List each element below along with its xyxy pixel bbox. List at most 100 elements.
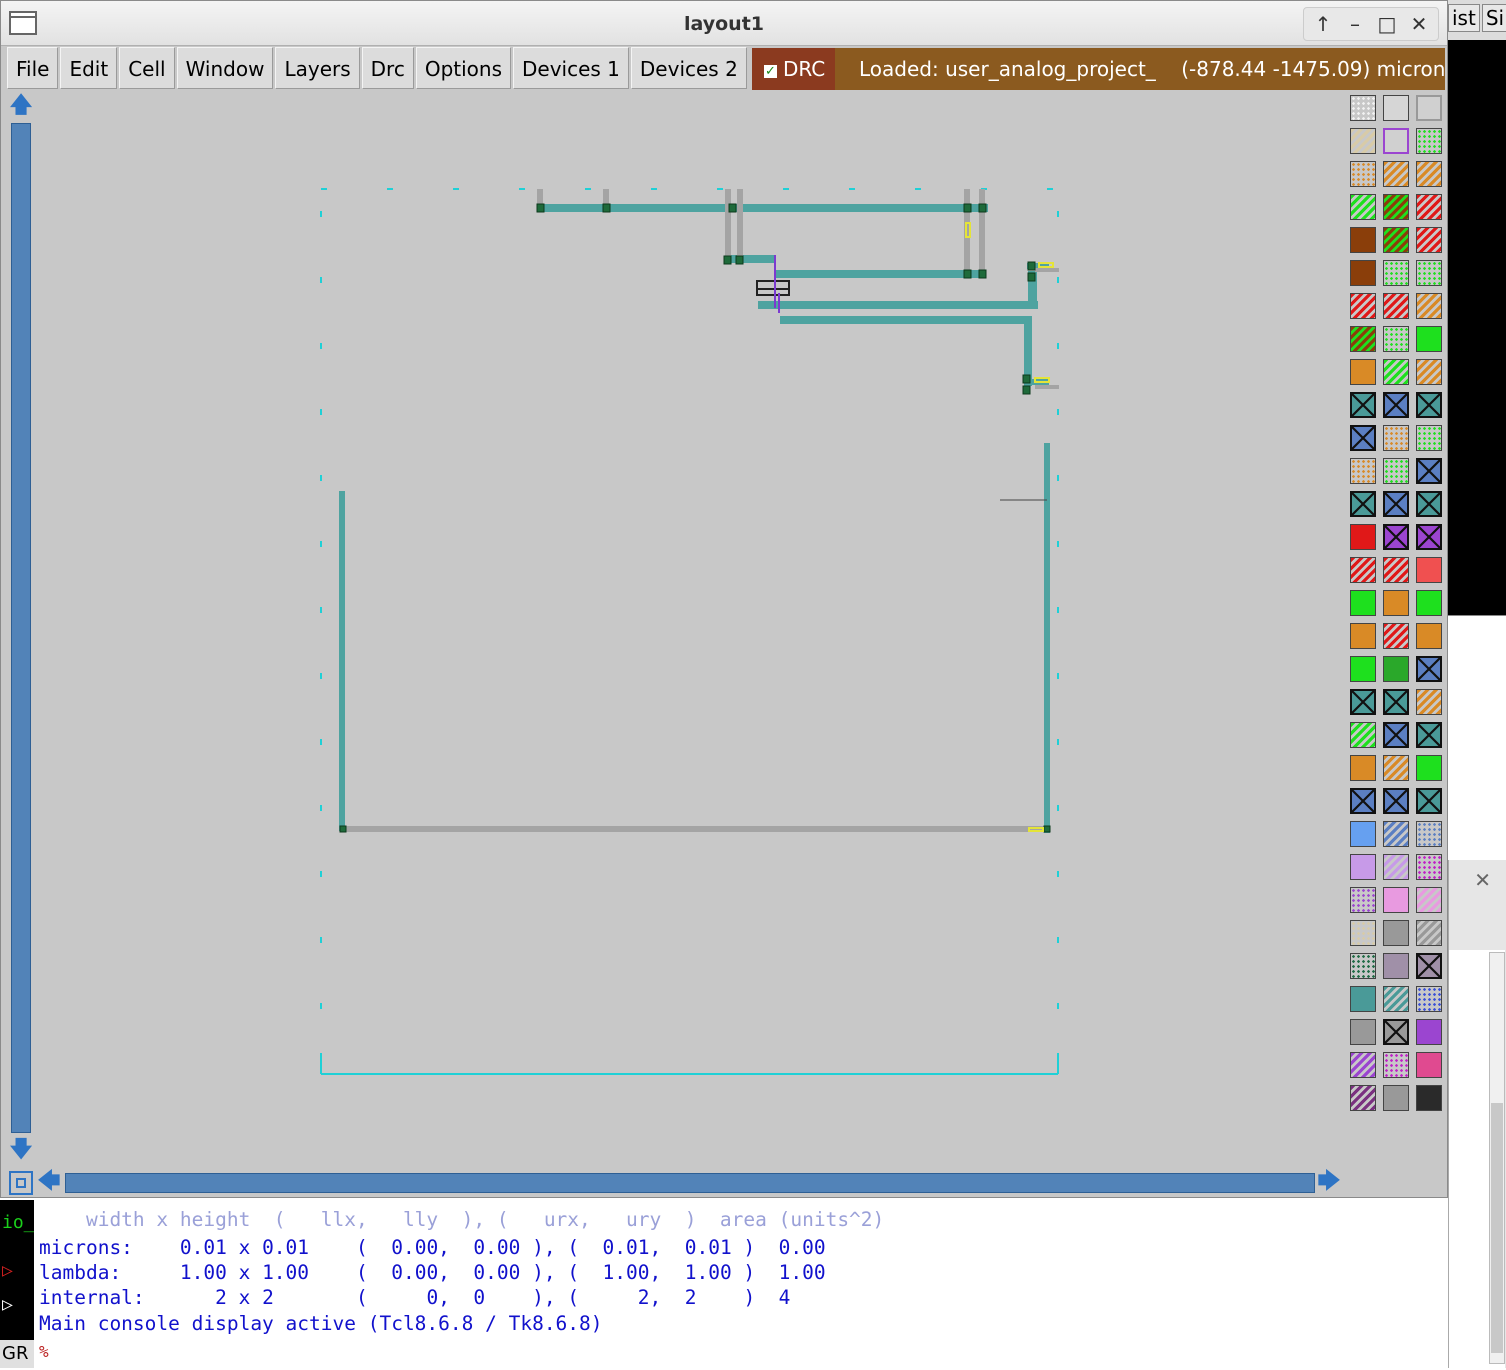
layer-swatch-orange[interactable]	[1350, 623, 1376, 649]
layer-swatch-outline-purple[interactable]	[1383, 128, 1409, 154]
arrow-right-icon[interactable]: 🡆	[1317, 1171, 1341, 1195]
layer-swatch-orange[interactable]	[1350, 755, 1376, 781]
layer-swatch-teal[interactable]	[1350, 986, 1376, 1012]
layer-swatch-dots-green[interactable]	[1416, 128, 1442, 154]
layer-swatch-blue-light[interactable]	[1350, 821, 1376, 847]
menu-drc[interactable]: Drc	[361, 47, 414, 89]
layer-swatch-hatch-green-brown[interactable]	[1383, 227, 1409, 253]
arrow-up-icon[interactable]: 🡅	[9, 95, 33, 119]
layer-swatch-dots-green[interactable]	[1383, 326, 1409, 352]
layer-swatch-hatch-red[interactable]	[1350, 557, 1376, 583]
layer-swatch-rose[interactable]	[1416, 1052, 1442, 1078]
scrollbar-thumb[interactable]	[1491, 1103, 1503, 1353]
layer-swatch-green[interactable]	[1350, 656, 1376, 682]
layer-swatch-x-blue[interactable]	[1383, 722, 1409, 748]
menu-cell[interactable]: Cell	[119, 47, 175, 89]
layer-swatch-green-dark[interactable]	[1383, 656, 1409, 682]
layer-swatch-dots-green[interactable]	[1383, 458, 1409, 484]
layer-swatch-x-blue[interactable]	[1383, 788, 1409, 814]
layer-swatch-dots-blue[interactable]	[1416, 821, 1442, 847]
layer-swatch-light-gray[interactable]	[1383, 95, 1409, 121]
layer-swatch-purple[interactable]	[1416, 1019, 1442, 1045]
layer-swatch-green[interactable]	[1416, 326, 1442, 352]
menu-layers[interactable]: Layers	[275, 47, 360, 89]
layer-swatch-dots-magenta[interactable]	[1383, 1052, 1409, 1078]
layer-swatch-hatch-red[interactable]	[1383, 293, 1409, 319]
layer-swatch-outline-gray[interactable]	[1416, 95, 1442, 121]
background-tab[interactable]: Si	[1481, 4, 1506, 32]
horizontal-scrollbar[interactable]: 🡄 🡆	[35, 1169, 1347, 1197]
layer-swatch-x-gray[interactable]	[1383, 1019, 1409, 1045]
layer-swatch-x-purple[interactable]	[1383, 524, 1409, 550]
layer-swatch-charcoal[interactable]	[1416, 1085, 1442, 1111]
layer-swatch-orange[interactable]	[1383, 590, 1409, 616]
layer-swatch-hatch-plum[interactable]	[1350, 1085, 1376, 1111]
layer-swatch-dots-orange[interactable]	[1383, 425, 1409, 451]
layer-swatch-hatch-orange[interactable]	[1416, 293, 1442, 319]
layer-swatch-x-blue[interactable]	[1383, 392, 1409, 418]
layer-swatch-x-teal[interactable]	[1416, 722, 1442, 748]
layer-swatch-x-blue[interactable]	[1383, 491, 1409, 517]
menu-edit[interactable]: Edit	[60, 47, 118, 89]
tcl-console[interactable]: width x height ( llx, lly ), ( urx, ury …	[34, 1200, 1448, 1368]
layer-swatch-gray[interactable]	[1383, 1085, 1409, 1111]
layer-swatch-hatch-purple[interactable]	[1350, 1052, 1376, 1078]
layout-canvas[interactable]	[35, 93, 1345, 1167]
layer-swatch-green[interactable]	[1416, 590, 1442, 616]
layer-swatch-x-teal[interactable]	[1416, 392, 1442, 418]
layer-swatch-dots-green[interactable]	[1383, 260, 1409, 286]
vertical-scroll-thumb[interactable]	[11, 123, 31, 1133]
layer-swatch-x-mauve[interactable]	[1416, 953, 1442, 979]
layer-swatch-orange[interactable]	[1350, 359, 1376, 385]
layer-swatch-dots-orange[interactable]	[1350, 458, 1376, 484]
layer-swatch-pink[interactable]	[1383, 887, 1409, 913]
layer-swatch-hatch-teal[interactable]	[1383, 986, 1409, 1012]
layer-swatch-hatch-red[interactable]	[1383, 623, 1409, 649]
minimize-icon[interactable]: –	[1342, 12, 1368, 36]
layer-swatch-gray[interactable]	[1350, 1019, 1376, 1045]
layer-swatch-dots-magenta[interactable]	[1416, 854, 1442, 880]
layer-swatch-red[interactable]	[1350, 524, 1376, 550]
console-prompt[interactable]: %	[39, 1342, 49, 1361]
menu-window[interactable]: Window	[176, 47, 274, 89]
layer-swatch-x-purple[interactable]	[1416, 524, 1442, 550]
layer-swatch-green[interactable]	[1416, 755, 1442, 781]
layer-swatch-hatch-orange[interactable]	[1383, 755, 1409, 781]
layer-swatch-hatch-pink[interactable]	[1416, 887, 1442, 913]
keep-above-icon[interactable]: ↑	[1310, 12, 1336, 36]
layer-swatch-x-teal[interactable]	[1416, 788, 1442, 814]
layer-swatch-x-blue[interactable]	[1416, 458, 1442, 484]
layer-swatch-red-light[interactable]	[1416, 557, 1442, 583]
layer-swatch-hatch-orange[interactable]	[1416, 359, 1442, 385]
layer-swatch-hatch-orange[interactable]	[1383, 161, 1409, 187]
layer-swatch-dots-indigo[interactable]	[1416, 986, 1442, 1012]
layer-swatch-x-teal[interactable]	[1350, 491, 1376, 517]
horizontal-scroll-thumb[interactable]	[65, 1173, 1315, 1193]
layer-swatch-x-blue[interactable]	[1416, 656, 1442, 682]
vertical-scrollbar[interactable]: 🡅 🡇	[7, 93, 35, 1167]
layer-swatch-hatch-green[interactable]	[1350, 194, 1376, 220]
layer-swatch-hatch-red[interactable]	[1383, 557, 1409, 583]
layer-swatch-x-teal[interactable]	[1350, 689, 1376, 715]
arrow-left-icon[interactable]: 🡄	[37, 1171, 61, 1195]
layer-swatch-dots-tan[interactable]	[1350, 920, 1376, 946]
layer-swatch-hatch-lavender[interactable]	[1383, 854, 1409, 880]
close-icon[interactable]: ✕	[1474, 868, 1491, 892]
title-bar[interactable]: layout1 ↑ – □ ✕	[1, 1, 1447, 46]
layer-swatch-hatch-orange[interactable]	[1416, 689, 1442, 715]
layer-swatch-hatch-blue[interactable]	[1383, 821, 1409, 847]
layer-swatch-hatch-orange[interactable]	[1416, 161, 1442, 187]
checkbox-checked-icon[interactable]: ✓	[764, 65, 777, 78]
layer-swatch-brown[interactable]	[1350, 227, 1376, 253]
layer-swatch-hatch-red[interactable]	[1350, 293, 1376, 319]
zoom-box-icon[interactable]	[9, 1171, 33, 1195]
close-icon[interactable]: ✕	[1406, 12, 1432, 36]
layer-swatch-hatch-green-brown[interactable]	[1383, 194, 1409, 220]
menu-file[interactable]: File	[7, 47, 59, 89]
layer-swatch-x-teal[interactable]	[1416, 491, 1442, 517]
background-tab[interactable]: ist	[1448, 4, 1480, 32]
menu-devices-2[interactable]: Devices 2	[630, 47, 747, 89]
layer-swatch-lavender[interactable]	[1350, 854, 1376, 880]
layer-swatch-hatch-gray[interactable]	[1416, 920, 1442, 946]
layer-swatch-mauve[interactable]	[1383, 953, 1409, 979]
